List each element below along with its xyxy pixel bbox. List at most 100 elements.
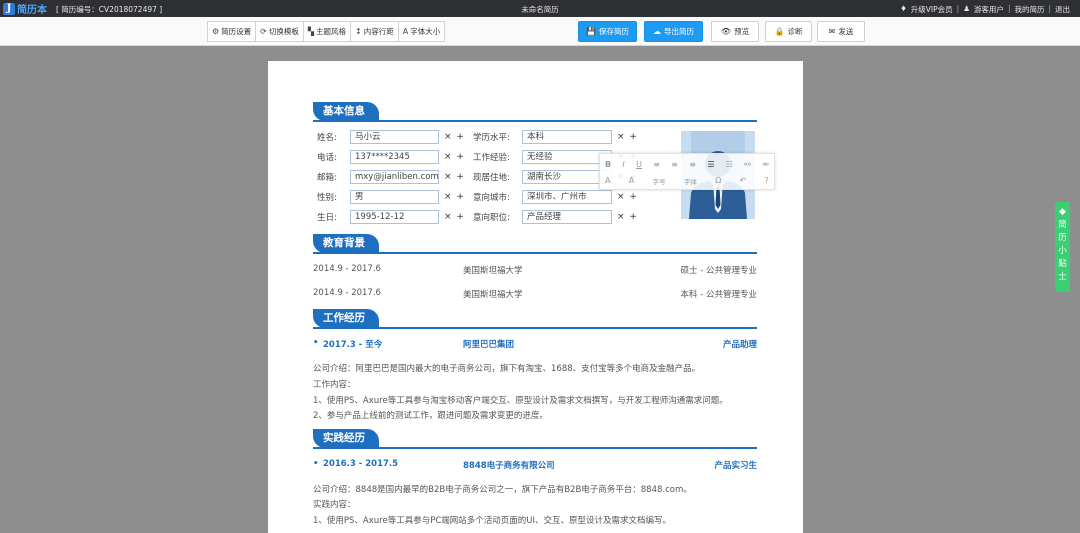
section-divider bbox=[313, 447, 757, 449]
diagnose-button[interactable]: 🔒 诊断 bbox=[765, 21, 812, 42]
education-row[interactable]: 2014.9 - 2017.6 美国斯坦福大学 硕士 - 公共管理专业 bbox=[313, 264, 757, 276]
section-title[interactable]: 基本信息 bbox=[313, 102, 379, 121]
font-color-icon[interactable]: A bbox=[605, 176, 610, 185]
field-remove-add[interactable]: × + bbox=[444, 152, 465, 162]
bold-icon[interactable]: B bbox=[605, 160, 611, 169]
background-color-icon[interactable]: A bbox=[629, 176, 634, 185]
resume-tips-tab[interactable]: ◆ 简 历 小 贴 士 bbox=[1055, 202, 1070, 292]
font-size-select[interactable]: 字号 bbox=[653, 176, 666, 186]
field-label: 生日: bbox=[317, 213, 337, 223]
font-size-button[interactable]: A 字体大小 bbox=[399, 22, 444, 41]
account-links: ♦ 升级VIP会员 | ♟ 游客用户 | 我的简历 | 退出 bbox=[900, 4, 1070, 15]
field-email: 邮箱: mxy@jianliben.com × + bbox=[317, 170, 465, 184]
my-resumes-link[interactable]: 我的简历 bbox=[1014, 4, 1044, 15]
field-education-level: 学历水平: 本科 × + bbox=[473, 130, 638, 144]
undo-icon[interactable]: ↶ bbox=[740, 176, 747, 185]
line-spacing-button[interactable]: ↕ 内容行距 bbox=[351, 22, 399, 41]
align-left-icon[interactable]: ≡ bbox=[653, 160, 660, 169]
field-remove-add[interactable]: × + bbox=[444, 212, 465, 222]
education-level-input[interactable]: 本科 bbox=[522, 130, 612, 144]
email-input[interactable]: mxy@jianliben.com bbox=[350, 170, 439, 184]
work-description-line[interactable]: 2、参与产品上线前的测试工作，跟进问题及需求变更的进度。 bbox=[313, 409, 763, 421]
font-size-label: 字体大小 bbox=[410, 27, 441, 36]
separator: | bbox=[1048, 4, 1051, 13]
preview-button[interactable]: 👁 预览 bbox=[711, 21, 759, 42]
send-button[interactable]: ✉ 发送 bbox=[817, 21, 865, 42]
field-label: 工作经验: bbox=[473, 153, 510, 163]
field-remove-add[interactable]: × + bbox=[444, 172, 465, 182]
field-remove-add[interactable]: × + bbox=[617, 192, 638, 202]
section-basic-info: 基本信息 bbox=[313, 102, 757, 122]
section-title[interactable]: 教育背景 bbox=[313, 234, 379, 253]
section-work-experience: 工作经历 bbox=[313, 309, 757, 329]
special-character-icon[interactable]: Ω bbox=[715, 176, 721, 185]
resume-settings-button[interactable]: ⚙ 简历设置 bbox=[208, 22, 257, 41]
field-gender: 性别: 男 × + bbox=[317, 190, 465, 204]
work-entry-header[interactable]: • 2017.3 - 至今 阿里巴巴集团 产品助理 bbox=[313, 338, 757, 350]
preview-label: 预览 bbox=[734, 27, 750, 36]
cloud-download-icon: ☁ bbox=[653, 27, 661, 36]
bullet-list-icon[interactable]: ☰ bbox=[707, 160, 714, 169]
education-degree: 本科 - 公共管理专业 bbox=[680, 290, 757, 300]
practice-description-line[interactable]: 公司介绍：8848是国内最早的B2B电子商务公司之一，旗下产品有B2B电子商务平… bbox=[313, 483, 763, 495]
target-position-input[interactable]: 产品经理 bbox=[522, 210, 612, 224]
theme-style-button[interactable]: ▚ 主题风格 bbox=[304, 22, 352, 41]
top-bar: J 简历本 [ 简历编号：CV2018072497 ] 未命名简历 ♦ 升级VI… bbox=[0, 0, 1080, 17]
section-header: 工作经历 bbox=[313, 309, 757, 329]
section-title[interactable]: 实践经历 bbox=[313, 429, 379, 448]
switch-template-label: 切换模板 bbox=[268, 27, 299, 36]
field-target-position: 意向职位: 产品经理 × + bbox=[473, 210, 638, 224]
align-center-icon[interactable]: ≡ bbox=[671, 160, 678, 169]
unlink-icon[interactable]: ⚮ bbox=[762, 160, 769, 169]
work-role: 产品助理 bbox=[722, 340, 757, 350]
rte-row-2: A A 字号 字体 Ω ↶ ? bbox=[605, 173, 769, 188]
resume-settings-label: 简历设置 bbox=[221, 27, 252, 36]
practice-description-line[interactable]: 实践内容： bbox=[313, 498, 763, 510]
link-icon[interactable]: ⚯ bbox=[744, 160, 751, 169]
gender-input[interactable]: 男 bbox=[350, 190, 439, 204]
section-divider bbox=[313, 120, 757, 122]
field-remove-add[interactable]: × + bbox=[617, 132, 638, 142]
field-label: 邮箱: bbox=[317, 173, 337, 183]
name-input[interactable]: 马小云 bbox=[350, 130, 439, 144]
practice-description-line[interactable]: 1、使用PS、Axure等工具参与PC端网站多个活动页面的UI、交互、原型设计及… bbox=[313, 514, 763, 526]
work-description-line[interactable]: 公司介绍：阿里巴巴是国内最大的电子商务公司，旗下有淘宝、1688、支付宝等多个电… bbox=[313, 362, 763, 374]
refresh-icon: ⟳ bbox=[260, 27, 267, 36]
logout-link[interactable]: 退出 bbox=[1055, 4, 1070, 15]
save-resume-button[interactable]: 💾 保存简历 bbox=[578, 21, 637, 42]
work-description-line[interactable]: 1、使用PS、Axure等工具参与淘宝移动客户端交互、原型设计及需求文档撰写，与… bbox=[313, 394, 763, 406]
field-remove-add[interactable]: × + bbox=[444, 132, 465, 142]
education-school: 美国斯坦福大学 bbox=[463, 290, 523, 300]
export-resume-button[interactable]: ☁ 导出简历 bbox=[644, 21, 703, 42]
section-divider bbox=[313, 327, 757, 329]
guest-user-link[interactable]: 游客用户 bbox=[974, 4, 1004, 15]
help-icon[interactable]: ? bbox=[765, 176, 769, 185]
separator: | bbox=[956, 4, 960, 13]
target-city-input[interactable]: 深圳市、广州市 bbox=[522, 190, 612, 204]
phone-input[interactable]: 137****2345 bbox=[350, 150, 439, 164]
upgrade-vip-link[interactable]: 升级VIP会员 bbox=[911, 4, 953, 15]
underline-icon[interactable]: U bbox=[636, 160, 642, 169]
section-education: 教育背景 bbox=[313, 234, 757, 254]
birthday-input[interactable]: 1995-12-12 bbox=[350, 210, 439, 224]
practice-entry-header[interactable]: • 2016.3 - 2017.5 8848电子商务有限公司 产品实习生 bbox=[313, 459, 757, 471]
education-row[interactable]: 2014.9 - 2017.6 美国斯坦福大学 本科 - 公共管理专业 bbox=[313, 288, 757, 300]
section-title[interactable]: 工作经历 bbox=[313, 309, 379, 328]
separator: | bbox=[1007, 4, 1011, 13]
education-school: 美国斯坦福大学 bbox=[463, 266, 523, 276]
tips-char: 简 bbox=[1058, 220, 1067, 230]
bullet-icon: • bbox=[313, 459, 319, 469]
font-family-select[interactable]: 字体 bbox=[684, 176, 697, 186]
rich-text-toolbar: B I U ≡ ≡ ≡ ☰ ☷ ⚯ ⚮ A A 字号 字体 Ω ↶ ? bbox=[599, 153, 775, 190]
italic-icon[interactable]: I bbox=[622, 160, 624, 169]
numbered-list-icon[interactable]: ☷ bbox=[726, 160, 733, 169]
line-spacing-icon: ↕ bbox=[355, 27, 362, 36]
switch-template-button[interactable]: ⟳ 切换模板 bbox=[256, 22, 304, 41]
work-description-line[interactable]: 工作内容： bbox=[313, 378, 763, 390]
field-birthday: 生日: 1995-12-12 × + bbox=[317, 210, 465, 224]
field-remove-add[interactable]: × + bbox=[617, 212, 638, 222]
field-remove-add[interactable]: × + bbox=[444, 192, 465, 202]
section-divider bbox=[313, 252, 757, 254]
font-size-icon: A bbox=[402, 27, 409, 36]
align-right-icon[interactable]: ≡ bbox=[689, 160, 696, 169]
